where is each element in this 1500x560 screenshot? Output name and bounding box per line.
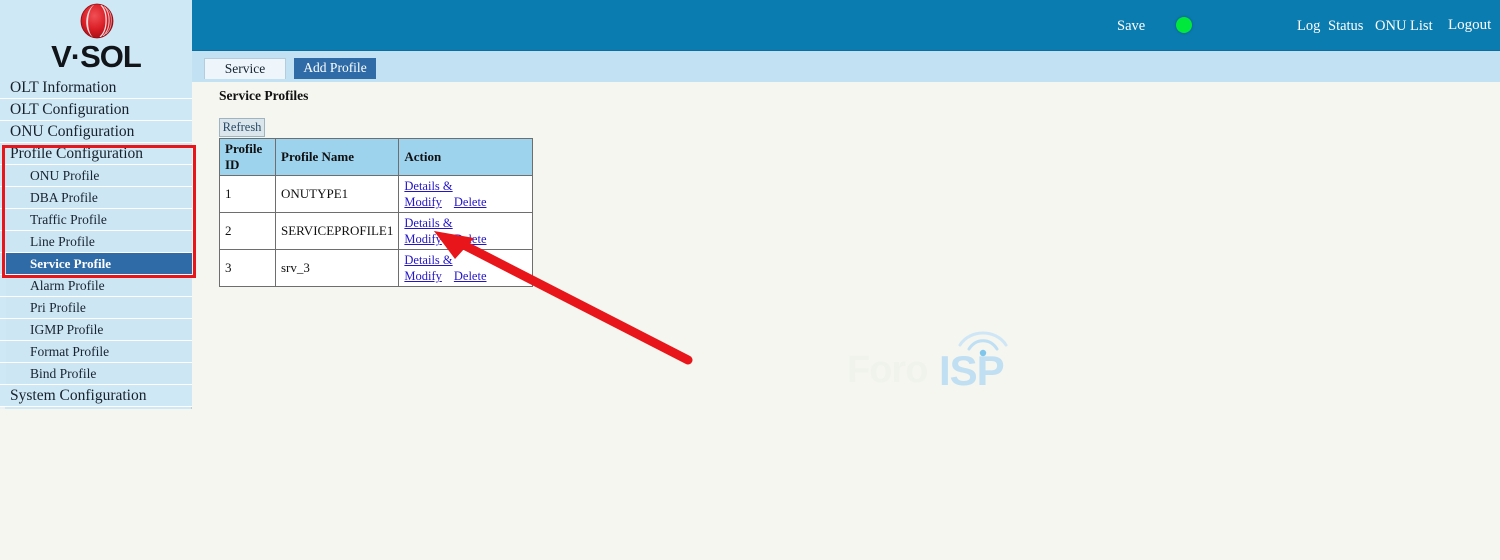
save-button[interactable]: Save bbox=[1117, 18, 1145, 35]
watermark-text-right: ISP bbox=[939, 347, 1005, 394]
log-link[interactable]: Log bbox=[1297, 18, 1320, 35]
cell-profile-name: ONUTYPE1 bbox=[274, 175, 400, 213]
sidebar-nav-list: OLT Information OLT Configuration ONU Conf… bbox=[0, 77, 192, 407]
page-root: V·SOL OLT Information OLT Configuration ON… bbox=[0, 0, 1500, 560]
table-row: 1 ONUTYPE1 Details & Modify Delete bbox=[219, 175, 534, 213]
sidebar-item-igmp-profile[interactable]: IGMP Profile bbox=[0, 319, 192, 341]
green-status-dot-icon bbox=[1176, 17, 1192, 33]
onu-list-link[interactable]: ONU List bbox=[1375, 18, 1433, 35]
wifi-signal-icon bbox=[958, 331, 1008, 357]
column-header-profile-id: Profile ID bbox=[219, 138, 276, 176]
watermark-text-left: Foro bbox=[847, 349, 928, 391]
details-and-modify-link[interactable]: Details & Modify bbox=[404, 179, 452, 209]
top-header-bar: Save Log Status ONU List Logout bbox=[192, 0, 1500, 50]
sidebar: V·SOL OLT Information OLT Configuration ON… bbox=[0, 0, 196, 409]
logout-link[interactable]: Logout bbox=[1448, 17, 1491, 34]
tab-service-profiles[interactable]: Service Profiles bbox=[204, 58, 286, 96]
sidebar-item-service-profile[interactable]: Service Profile bbox=[0, 253, 192, 275]
brand-block: V·SOL bbox=[0, 0, 192, 77]
delete-link[interactable]: Delete bbox=[454, 195, 487, 209]
table-row: 2 SERVICEPROFILE1 Details & Modify Delete bbox=[219, 212, 534, 250]
page-title: Service Profiles bbox=[219, 88, 309, 103]
table-header-row: Profile ID Profile Name Action bbox=[219, 138, 534, 176]
sidebar-item-alarm-profile[interactable]: Alarm Profile bbox=[0, 275, 192, 297]
tab-add-profile[interactable]: Add Profile bbox=[294, 58, 376, 79]
cell-profile-name: srv_3 bbox=[274, 249, 400, 287]
cell-action: Details & Modify Delete bbox=[398, 175, 534, 213]
details-and-modify-link[interactable]: Details & Modify bbox=[404, 216, 452, 246]
sidebar-item-traffic-profile[interactable]: Traffic Profile bbox=[0, 209, 192, 231]
sidebar-item-line-profile[interactable]: Line Profile bbox=[0, 231, 192, 253]
status-link[interactable]: Status bbox=[1328, 18, 1363, 35]
delete-link[interactable]: Delete bbox=[454, 232, 487, 246]
sidebar-item-bind-profile[interactable]: Bind Profile bbox=[0, 363, 192, 385]
cell-profile-id: 1 bbox=[219, 175, 276, 213]
sidebar-item-system-configuration[interactable]: System Configuration bbox=[0, 385, 192, 407]
cell-action: Details & Modify Delete bbox=[398, 249, 534, 287]
sidebar-item-olt-configuration[interactable]: OLT Configuration bbox=[0, 99, 192, 121]
foroisp-watermark: Foro ISP bbox=[847, 327, 1047, 397]
sidebar-item-format-profile[interactable]: Format Profile bbox=[0, 341, 192, 363]
cell-profile-name: SERVICEPROFILE1 bbox=[274, 212, 400, 250]
table-row: 3 srv_3 Details & Modify Delete bbox=[219, 249, 534, 287]
delete-link[interactable]: Delete bbox=[454, 269, 487, 283]
sidebar-item-pri-profile[interactable]: Pri Profile bbox=[0, 297, 192, 319]
column-header-profile-name: Profile Name bbox=[274, 138, 400, 176]
column-header-action: Action bbox=[398, 138, 534, 176]
sidebar-item-dba-profile[interactable]: DBA Profile bbox=[0, 187, 192, 209]
sidebar-item-onu-configuration[interactable]: ONU Configuration bbox=[0, 121, 192, 143]
brand-wordmark: V·SOL bbox=[51, 39, 142, 74]
main-content: Service Profiles Refresh Profile ID Prof… bbox=[192, 82, 1500, 560]
sidebar-item-olt-information[interactable]: OLT Information bbox=[0, 77, 192, 99]
vsol-sphere-logo-icon bbox=[80, 3, 114, 39]
cell-action: Details & Modify Delete bbox=[398, 212, 534, 250]
service-profiles-table: Profile ID Profile Name Action 1 ONUTYPE1… bbox=[219, 138, 534, 287]
details-and-modify-link[interactable]: Details & Modify bbox=[404, 253, 452, 283]
sidebar-item-profile-configuration[interactable]: Profile Configuration bbox=[0, 143, 192, 165]
tab-strip: Service Profiles Add Profile bbox=[192, 50, 1500, 96]
sidebar-item-onu-profile[interactable]: ONU Profile bbox=[0, 165, 192, 187]
cell-profile-id: 3 bbox=[219, 249, 276, 287]
refresh-button[interactable]: Refresh bbox=[219, 118, 265, 137]
cell-profile-id: 2 bbox=[219, 212, 276, 250]
